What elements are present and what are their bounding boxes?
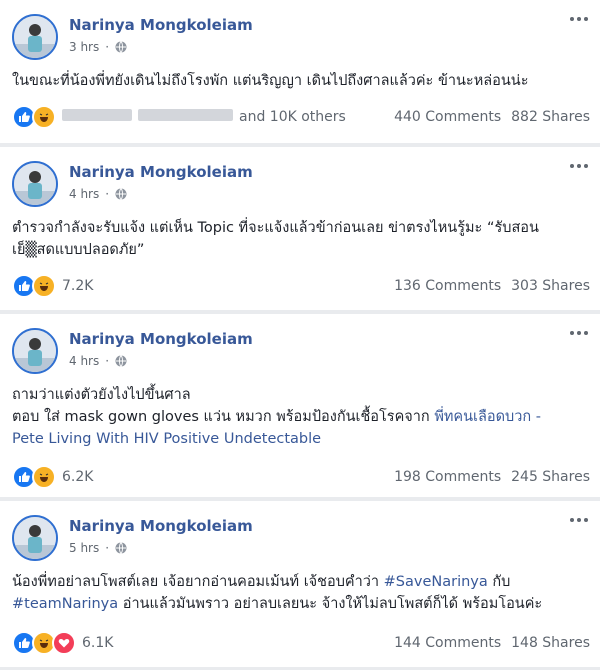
post-card: Narinya Mongkoleiam 3 hrs · ในขณะที่น้อง… [0, 0, 600, 143]
shares-count[interactable]: 303 Shares [511, 278, 590, 294]
page-link[interactable]: พี่ทคนเลือดบวก - [434, 409, 541, 425]
post-card: Narinya Mongkoleiam 4 hrs · ตำรวจกำลังจะ… [0, 147, 600, 310]
love-icon [52, 631, 76, 655]
post-meta: 4 hrs · [69, 354, 127, 368]
reaction-names[interactable]: and 10K others [62, 109, 346, 125]
reaction-bar: 6.2K 198 Comments 245 Shares [12, 465, 590, 489]
reaction-icons[interactable] [12, 465, 56, 489]
post-text: ในขณะที่น้องพี่ทยังเดินไม่ถึงโรงพัก แต่น… [12, 70, 590, 92]
post-meta: 3 hrs · [69, 40, 127, 54]
timestamp[interactable]: 3 hrs [69, 40, 99, 54]
reaction-bar: 7.2K 136 Comments 303 Shares [12, 274, 590, 298]
reaction-icons[interactable] [12, 631, 76, 655]
engagement-counts: 136 Comments 303 Shares [394, 278, 590, 294]
post-text-segment: น้องพี่ทอย่าลบโพสต์เลย เจ้อยากอ่านคอมเม้… [12, 574, 384, 590]
avatar[interactable] [12, 328, 58, 374]
reaction-count[interactable]: 6.2K [62, 469, 93, 485]
post-meta: 4 hrs · [69, 187, 127, 201]
timestamp[interactable]: 4 hrs [69, 187, 99, 201]
comments-count[interactable]: 136 Comments [394, 278, 501, 294]
shares-count[interactable]: 148 Shares [511, 635, 590, 651]
page-link[interactable]: Pete Living With HIV Positive Undetectab… [12, 428, 590, 450]
reaction-count[interactable]: 6.1K [82, 635, 113, 651]
post-text-line: #teamNarinya อ่านแล้วมันพราว อย่าลบเลยนะ… [12, 593, 590, 615]
timestamp[interactable]: 4 hrs [69, 354, 99, 368]
comments-count[interactable]: 440 Comments [394, 109, 501, 125]
haha-icon [32, 465, 56, 489]
post-text-line: ตอบ ใส่ mask gown gloves แว่น หมวก พร้อม… [12, 406, 590, 428]
reaction-bar: and 10K others 440 Comments 882 Shares [12, 105, 590, 129]
hashtag-link[interactable]: #SaveNarinya [384, 574, 488, 590]
post-text: ตำรวจกำลังจะรับแจ้ง แต่เห็น Topic ที่จะแ… [12, 217, 590, 261]
post-text-line: ในขณะที่น้องพี่ทยังเดินไม่ถึงโรงพัก แต่น… [12, 73, 529, 89]
haha-icon [32, 105, 56, 129]
author-name[interactable]: Narinya Mongkoleiam [69, 517, 253, 535]
post-card: Narinya Mongkoleiam 5 hrs · น้องพี่ทอย่า… [0, 501, 600, 667]
comments-count[interactable]: 198 Comments [394, 469, 501, 485]
post-text-line: ถามว่าแต่งตัวยังไงไปขึ้นศาล [12, 387, 191, 403]
globe-icon[interactable] [115, 355, 127, 367]
more-options-icon[interactable] [568, 515, 590, 525]
more-options-icon[interactable] [568, 328, 590, 338]
reaction-icons[interactable] [12, 274, 56, 298]
post-text-line: เย็▒สดแบบปลอดภัย” [12, 242, 145, 258]
globe-icon[interactable] [115, 41, 127, 53]
author-name[interactable]: Narinya Mongkoleiam [69, 163, 253, 181]
reaction-count[interactable]: 7.2K [62, 278, 93, 294]
blurred-name [138, 109, 233, 121]
shares-count[interactable]: 882 Shares [511, 109, 590, 125]
engagement-counts: 440 Comments 882 Shares [394, 109, 590, 125]
post-card: Narinya Mongkoleiam 4 hrs · ถามว่าแต่งตั… [0, 314, 600, 497]
hashtag-link[interactable]: #teamNarinya [12, 596, 118, 612]
shares-count[interactable]: 245 Shares [511, 469, 590, 485]
post-meta: 5 hrs · [69, 541, 127, 555]
reaction-bar: 6.1K 144 Comments 148 Shares [12, 631, 590, 655]
timestamp[interactable]: 5 hrs [69, 541, 99, 555]
reaction-count: and 10K others [239, 109, 346, 125]
avatar[interactable] [12, 161, 58, 207]
engagement-counts: 144 Comments 148 Shares [394, 635, 590, 651]
post-text: น้องพี่ทอย่าลบโพสต์เลย เจ้อยากอ่านคอมเม้… [12, 571, 590, 615]
engagement-counts: 198 Comments 245 Shares [394, 469, 590, 485]
post-text-line: ตำรวจกำลังจะรับแจ้ง แต่เห็น Topic ที่จะแ… [12, 220, 539, 236]
avatar[interactable] [12, 14, 58, 60]
globe-icon[interactable] [115, 188, 127, 200]
more-options-icon[interactable] [568, 14, 590, 24]
post-text-segment: กับ [487, 574, 511, 590]
post-text-segment: อ่านแล้วมันพราว อย่าลบเลยนะ จ้างให้ไม่ลบ… [118, 596, 543, 612]
globe-icon[interactable] [115, 542, 127, 554]
more-options-icon[interactable] [568, 161, 590, 171]
comments-count[interactable]: 144 Comments [394, 635, 501, 651]
author-name[interactable]: Narinya Mongkoleiam [69, 330, 253, 348]
avatar[interactable] [12, 515, 58, 561]
post-text-line: น้องพี่ทอย่าลบโพสต์เลย เจ้อยากอ่านคอมเม้… [12, 571, 590, 593]
post-text-segment: ตอบ ใส่ mask gown gloves แว่น หมวก พร้อม… [12, 409, 435, 425]
author-name[interactable]: Narinya Mongkoleiam [69, 16, 253, 34]
haha-icon [32, 274, 56, 298]
blurred-name [62, 109, 132, 121]
reaction-icons[interactable] [12, 105, 56, 129]
post-text: ถามว่าแต่งตัวยังไงไปขึ้นศาล ตอบ ใส่ mask… [12, 384, 590, 450]
